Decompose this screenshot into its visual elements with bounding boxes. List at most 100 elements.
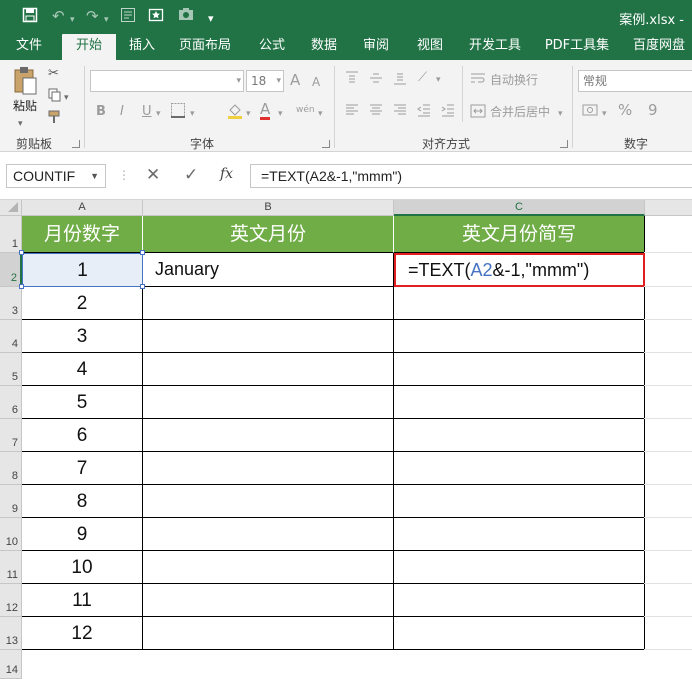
merge-center-label[interactable]: 合并后居中: [490, 104, 550, 120]
cell-c9[interactable]: [394, 485, 645, 518]
customize-quick-access-icon[interactable]: ▾: [208, 10, 214, 28]
camera-icon[interactable]: [178, 7, 194, 25]
cell-b12[interactable]: [143, 584, 394, 617]
merge-center-icon[interactable]: [470, 104, 486, 123]
tab-page-layout[interactable]: 页面布局: [172, 34, 238, 60]
border-dropdown-icon[interactable]: ▾: [190, 106, 195, 122]
header-cell-a1[interactable]: 月份数字: [22, 216, 143, 253]
column-header-a[interactable]: A: [22, 200, 143, 216]
accounting-format-icon[interactable]: [582, 102, 600, 123]
cell-b10[interactable]: [143, 518, 394, 551]
cell-b4[interactable]: [143, 320, 394, 353]
cell-d8[interactable]: [644, 452, 692, 485]
selection-handle[interactable]: [140, 250, 145, 255]
align-bottom-icon[interactable]: [392, 70, 408, 91]
cell-c13[interactable]: [394, 617, 645, 650]
cell-a12[interactable]: 11: [22, 584, 143, 617]
column-header-b[interactable]: B: [143, 200, 394, 216]
font-size-box[interactable]: 18 ▾: [246, 70, 284, 92]
tab-developer[interactable]: 开发工具: [462, 34, 528, 60]
cell-c7[interactable]: [394, 419, 645, 452]
cell-a9[interactable]: 8: [22, 485, 143, 518]
redo-icon[interactable]: ↷: [86, 7, 99, 25]
phonetic-dropdown-icon[interactable]: ▾: [318, 106, 323, 122]
format-painter-icon[interactable]: [48, 110, 64, 129]
cell-d6[interactable]: [644, 386, 692, 419]
cell-a11[interactable]: 10: [22, 551, 143, 584]
splitter-handle-icon[interactable]: ⋮: [118, 168, 130, 182]
cell-b13[interactable]: [143, 617, 394, 650]
fill-color-dropdown-icon[interactable]: ▾: [246, 106, 251, 122]
align-center-icon[interactable]: [368, 102, 384, 123]
orientation-dropdown-icon[interactable]: ▾: [436, 72, 441, 88]
row-header-12[interactable]: 12: [0, 584, 22, 617]
row-header-11[interactable]: 11: [0, 551, 22, 584]
name-box-dropdown-icon[interactable]: ▼: [90, 165, 99, 187]
cell-d10[interactable]: [644, 518, 692, 551]
row-header-1[interactable]: 1: [0, 216, 22, 253]
phonetic-icon[interactable]: wén: [296, 102, 315, 118]
cell-c6[interactable]: [394, 386, 645, 419]
cell-b8[interactable]: [143, 452, 394, 485]
row-header-6[interactable]: 6: [0, 386, 22, 419]
column-header-d[interactable]: [645, 200, 692, 216]
grow-font-icon[interactable]: A: [290, 72, 300, 88]
cell-a2[interactable]: 1: [22, 253, 143, 287]
cell-b7[interactable]: [143, 419, 394, 452]
cell-d13[interactable]: [644, 617, 692, 650]
tab-home[interactable]: 开始: [62, 34, 116, 60]
cell-a7[interactable]: 6: [22, 419, 143, 452]
cell-a10[interactable]: 9: [22, 518, 143, 551]
cell-a13[interactable]: 12: [22, 617, 143, 650]
form-icon[interactable]: [120, 7, 136, 27]
clipboard-launcher[interactable]: [72, 140, 80, 148]
cell-d7[interactable]: [644, 419, 692, 452]
select-all-corner[interactable]: [0, 200, 22, 216]
accounting-dropdown-icon[interactable]: ▾: [602, 106, 607, 122]
fill-color-icon[interactable]: [226, 102, 244, 125]
number-format-box[interactable]: 常规: [578, 70, 692, 92]
align-left-icon[interactable]: [344, 102, 360, 123]
tab-view[interactable]: 视图: [410, 34, 450, 60]
row-header-14[interactable]: 14: [0, 650, 22, 679]
font-color-icon[interactable]: A: [260, 102, 271, 120]
cell-b11[interactable]: [143, 551, 394, 584]
tab-review[interactable]: 审阅: [356, 34, 396, 60]
increase-indent-icon[interactable]: [440, 102, 456, 123]
percent-style-icon[interactable]: %: [618, 102, 632, 118]
font-color-dropdown-icon[interactable]: ▾: [278, 106, 283, 122]
row-header-9[interactable]: 9: [0, 485, 22, 518]
cell-d11[interactable]: [644, 551, 692, 584]
row-header-5[interactable]: 5: [0, 353, 22, 386]
cell-c5[interactable]: [394, 353, 645, 386]
selection-handle[interactable]: [19, 284, 24, 289]
copy-icon[interactable]: [48, 88, 62, 107]
undo-dropdown-icon[interactable]: ▾: [70, 11, 75, 29]
header-cell-b1[interactable]: 英文月份: [143, 216, 394, 253]
copy-dropdown-icon[interactable]: ▾: [64, 90, 69, 106]
cell-a5[interactable]: 4: [22, 353, 143, 386]
merge-center-dropdown-icon[interactable]: ▾: [558, 106, 563, 122]
cut-icon[interactable]: ✂: [48, 66, 59, 82]
cell-b3[interactable]: [143, 287, 394, 320]
selection-handle[interactable]: [19, 250, 24, 255]
bold-button[interactable]: B: [96, 104, 106, 120]
save-icon[interactable]: [22, 7, 38, 27]
cell-d1[interactable]: [644, 216, 692, 253]
cell-a6[interactable]: 5: [22, 386, 143, 419]
cell-a3[interactable]: 2: [22, 287, 143, 320]
cell-d3[interactable]: [644, 287, 692, 320]
undo-icon[interactable]: ↶: [52, 7, 65, 25]
comma-style-icon[interactable]: 9: [648, 102, 658, 118]
tab-file[interactable]: 文件: [6, 34, 52, 60]
cell-c2-editing[interactable]: =TEXT(A2&-1,"mmm"): [394, 253, 645, 287]
alignment-launcher[interactable]: [560, 140, 568, 148]
align-top-icon[interactable]: [344, 70, 360, 91]
cell-a4[interactable]: 3: [22, 320, 143, 353]
confirm-entry-icon[interactable]: ✓: [184, 165, 198, 185]
border-icon[interactable]: [170, 102, 186, 123]
wrap-text-label[interactable]: 自动换行: [490, 72, 538, 88]
row-header-7[interactable]: 7: [0, 419, 22, 452]
row-header-3[interactable]: 3: [0, 287, 22, 320]
name-box[interactable]: COUNTIF ▼: [6, 164, 106, 188]
